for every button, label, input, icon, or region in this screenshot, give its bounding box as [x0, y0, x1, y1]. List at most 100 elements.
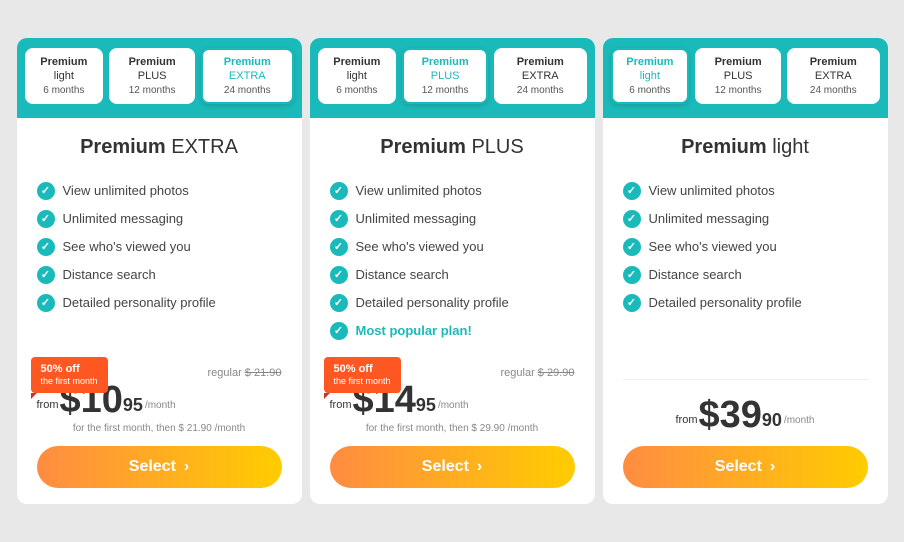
feature-text: View unlimited photos: [356, 183, 482, 198]
check-icon: [330, 182, 348, 200]
pricing-cards: Premium light 6 months Premium PLUS 12 m…: [10, 38, 894, 503]
discount-badge: 50% offthe first month: [324, 357, 401, 393]
price-decimal: 95: [416, 392, 436, 419]
check-icon: [623, 210, 641, 228]
from-label: from: [330, 399, 352, 411]
feature-text: Distance search: [63, 267, 156, 282]
tab-duration: 6 months: [328, 85, 387, 96]
tab-duration: 24 months: [211, 85, 283, 96]
feature-item: See who's viewed you: [330, 233, 575, 261]
check-icon: [330, 294, 348, 312]
check-icon: [37, 266, 55, 284]
check-icon: [330, 238, 348, 256]
features-list: View unlimited photos Unlimited messaging…: [37, 177, 282, 345]
discount-label: 50% off: [41, 363, 98, 376]
tab-duration: 6 months: [621, 85, 680, 96]
tab-extra-0[interactable]: Premium light 6 months: [25, 48, 104, 103]
feature-item: Distance search: [623, 261, 868, 289]
card-header-extra: Premium light 6 months Premium PLUS 12 m…: [17, 38, 302, 117]
select-label: Select: [422, 458, 469, 476]
plan-title: Premium EXTRA: [37, 136, 282, 159]
regular-price-value: $ 29.90: [538, 367, 575, 379]
discount-sub: the first month: [334, 376, 391, 387]
tab-name: Premium EXTRA: [211, 56, 283, 82]
discount-sub: the first month: [41, 376, 98, 387]
card-body-plus: Premium PLUS View unlimited photos Unlimit…: [310, 118, 595, 504]
tab-duration: 12 months: [412, 85, 478, 96]
tab-duration: 12 months: [705, 85, 771, 96]
discount-badge: 50% offthe first month: [31, 357, 108, 393]
tab-duration: 24 months: [504, 85, 576, 96]
price-decimal: 90: [762, 407, 782, 434]
feature-text: Detailed personality profile: [63, 295, 216, 310]
pricing-section: from $39 90 /month: [623, 371, 868, 446]
select-button-plus[interactable]: Select›: [330, 446, 575, 488]
feature-item: See who's viewed you: [623, 233, 868, 261]
tab-name: Premium PLUS: [412, 56, 478, 82]
check-icon: [623, 294, 641, 312]
check-icon: [623, 266, 641, 284]
tab-duration: 12 months: [119, 85, 185, 96]
tab-name: Premium light: [621, 56, 680, 82]
select-button-extra[interactable]: Select ›: [37, 446, 282, 488]
feature-item: Unlimited messaging: [37, 205, 282, 233]
feature-text: See who's viewed you: [63, 239, 191, 254]
from-label: from: [37, 399, 59, 411]
price-whole: $39: [698, 396, 761, 434]
tab-duration: 6 months: [35, 85, 94, 96]
card-body-light: Premium light View unlimited photos Unlimi…: [603, 118, 888, 504]
tab-name: Premium EXTRA: [504, 56, 576, 82]
feature-text: Detailed personality profile: [356, 295, 509, 310]
feature-text: Distance search: [356, 267, 449, 282]
tab-plus-0[interactable]: Premium light 6 months: [318, 48, 397, 103]
select-button-light[interactable]: Select ›: [623, 446, 868, 488]
feature-item: View unlimited photos: [623, 177, 868, 205]
tab-extra-1[interactable]: Premium PLUS 12 months: [109, 48, 195, 103]
feature-item: See who's viewed you: [37, 233, 282, 261]
tab-plus-1[interactable]: Premium PLUS 12 months: [402, 48, 488, 103]
feature-item: Detailed personality profile: [623, 289, 868, 317]
select-label: Select: [129, 458, 176, 476]
plan-title: Premium light: [623, 136, 868, 159]
check-icon: [37, 294, 55, 312]
feature-item: Unlimited messaging: [330, 205, 575, 233]
check-icon: [330, 210, 348, 228]
tab-name: Premium light: [35, 56, 94, 82]
plan-title: Premium PLUS: [330, 136, 575, 159]
check-icon: [330, 322, 348, 340]
first-month-note: for the first month, then $ 29.90 /month: [330, 423, 575, 434]
tab-light-1[interactable]: Premium PLUS 12 months: [695, 48, 781, 103]
tab-light-0[interactable]: Premium light 6 months: [611, 48, 690, 103]
feature-text: View unlimited photos: [63, 183, 189, 198]
arrow-icon: ›: [184, 458, 189, 476]
pricing-section: 50% offthe first monthregular $ 29.90 fr…: [330, 367, 575, 446]
features-list: View unlimited photos Unlimited messaging…: [623, 177, 868, 349]
check-icon: [330, 266, 348, 284]
feature-text: View unlimited photos: [649, 183, 775, 198]
most-popular-text: Most popular plan!: [356, 323, 472, 338]
card-header-plus: Premium light 6 months Premium PLUS 12 m…: [310, 38, 595, 117]
feature-item: View unlimited photos: [330, 177, 575, 205]
tab-plus-2[interactable]: Premium EXTRA 24 months: [494, 48, 586, 103]
feature-text: Unlimited messaging: [649, 211, 770, 226]
tab-extra-2[interactable]: Premium EXTRA 24 months: [201, 48, 293, 103]
price-decimal: 95: [123, 392, 143, 419]
tab-name: Premium PLUS: [119, 56, 185, 82]
card-extra: Premium light 6 months Premium PLUS 12 m…: [17, 38, 302, 503]
first-month-note: for the first month, then $ 21.90 /month: [37, 423, 282, 434]
select-label: Select: [715, 458, 762, 476]
tab-name: Premium EXTRA: [797, 56, 869, 82]
per-month: /month: [784, 415, 815, 426]
per-month: /month: [145, 400, 176, 411]
feature-item: Distance search: [330, 261, 575, 289]
feature-text: Detailed personality profile: [649, 295, 802, 310]
feature-text: Distance search: [649, 267, 742, 282]
pricing-section: 50% offthe first monthregular $ 21.90 fr…: [37, 367, 282, 446]
arrow-icon: ›: [770, 458, 775, 476]
feature-text: Unlimited messaging: [63, 211, 184, 226]
tab-light-2[interactable]: Premium EXTRA 24 months: [787, 48, 879, 103]
main-price: from $39 90 /month: [623, 396, 868, 434]
card-plus: Premium light 6 months Premium PLUS 12 m…: [310, 38, 595, 503]
from-label: from: [675, 414, 697, 426]
feature-item: Distance search: [37, 261, 282, 289]
